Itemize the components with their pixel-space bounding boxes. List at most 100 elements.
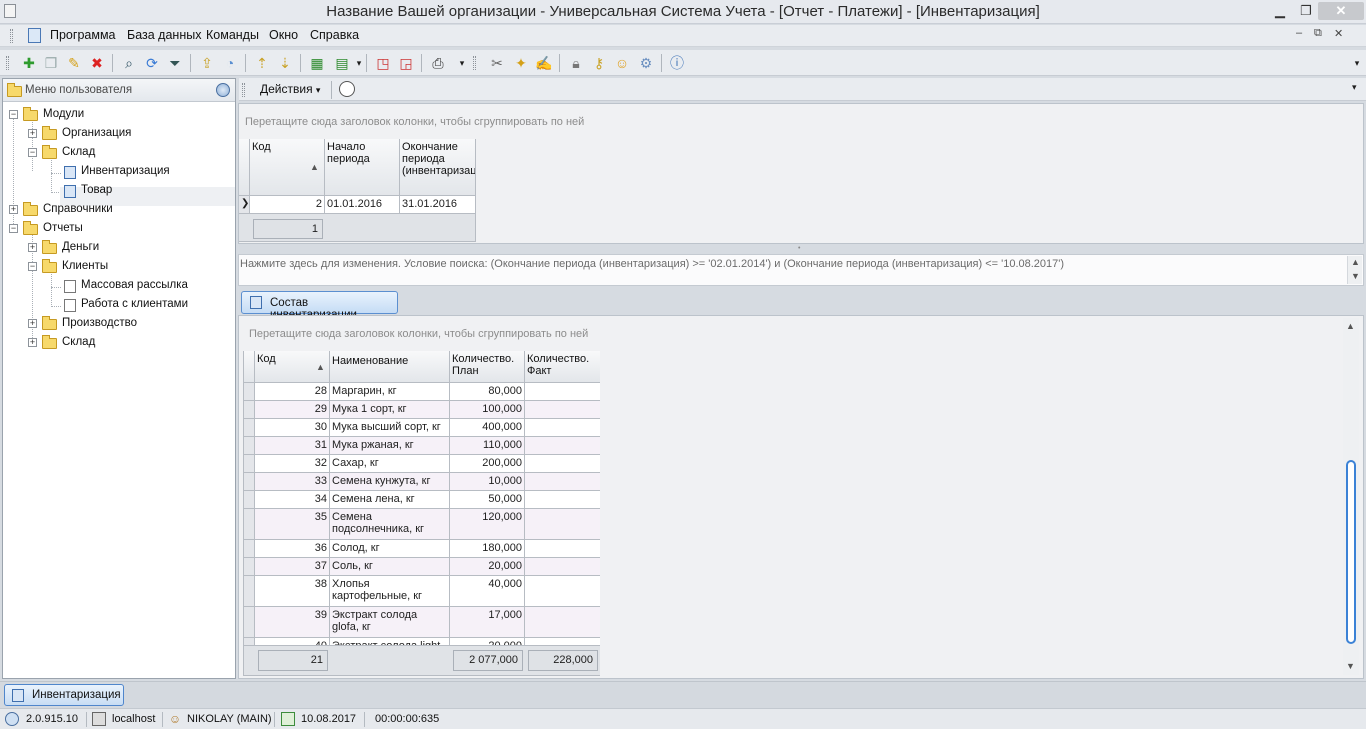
column-header-name[interactable]: Наименование <box>330 351 450 383</box>
tree-item-organization[interactable]: Организация <box>62 127 131 139</box>
column-header-end[interactable]: Окончание периода (инвентаризация) <box>400 139 476 196</box>
comment-icon[interactable]: ◔ <box>221 54 239 72</box>
tree-item-inventory[interactable]: Инвентаризация <box>81 165 170 177</box>
actions-overflow-icon[interactable]: ▾ <box>1352 82 1357 93</box>
cell-name[interactable]: Соль, кг <box>330 558 450 576</box>
cell-plan[interactable]: 40,000 <box>450 576 525 607</box>
cell-code[interactable]: 30 <box>255 419 330 437</box>
expand-icon[interactable]: + <box>9 205 18 214</box>
clock-icon[interactable] <box>339 81 355 97</box>
edit-icon[interactable]: ✎ <box>65 54 83 72</box>
tree-item-warehouse[interactable]: Склад <box>62 146 95 158</box>
row-indicator[interactable] <box>244 509 255 540</box>
close-button[interactable]: ✕ <box>1318 2 1364 20</box>
tree-item-warehouse-report[interactable]: Склад <box>62 336 95 348</box>
cell-name[interactable]: Семена подсолнечника, кг <box>330 509 450 540</box>
detail-scrollbar[interactable]: ▲ ▼ <box>1343 318 1359 675</box>
cell-name[interactable]: Экстракт солода glofa, кг <box>330 607 450 638</box>
row-indicator[interactable] <box>244 401 255 419</box>
minimize-button[interactable]: ▁ <box>1270 2 1290 20</box>
print-dropdown-icon[interactable]: ▾ <box>453 54 471 72</box>
toolbar-grip-2[interactable] <box>473 56 476 70</box>
tree-item-mass-mailing[interactable]: Массовая рассылка <box>81 279 188 291</box>
menu-help[interactable]: Справка <box>310 28 359 42</box>
cell-code[interactable]: 34 <box>255 491 330 509</box>
cell-name[interactable]: Маргарин, кг <box>330 383 450 401</box>
cell-code[interactable]: 33 <box>255 473 330 491</box>
cell-plan[interactable]: 20,000 <box>450 558 525 576</box>
cell-fact[interactable] <box>525 455 600 473</box>
tree-item-modules[interactable]: Модули <box>43 108 84 120</box>
cell-name[interactable]: Мука 1 сорт, кг <box>330 401 450 419</box>
row-indicator[interactable] <box>244 558 255 576</box>
column-header-fact[interactable]: Количество. Факт <box>525 351 600 383</box>
filter-bar[interactable]: Нажмите здесь для изменения. Условие пои… <box>238 254 1364 286</box>
filter-icon[interactable]: ⏷ <box>166 54 184 72</box>
tree-up-icon[interactable]: ⇡ <box>253 54 271 72</box>
cell-code[interactable]: 28 <box>255 383 330 401</box>
cell-plan[interactable]: 20,000 <box>450 638 525 645</box>
cell-code[interactable]: 40 <box>255 638 330 645</box>
collapse-icon[interactable]: − <box>28 148 37 157</box>
key-icon[interactable]: ⚷ <box>590 54 608 72</box>
row-indicator[interactable] <box>244 419 255 437</box>
cell-name[interactable]: Мука ржаная, кг <box>330 437 450 455</box>
cell-code[interactable]: 35 <box>255 509 330 540</box>
collapse-icon[interactable]: − <box>28 262 37 271</box>
add-icon[interactable]: ✚ <box>20 54 38 72</box>
cell-plan[interactable]: 50,000 <box>450 491 525 509</box>
cell-code[interactable]: 2 <box>250 196 325 214</box>
cell-fact[interactable] <box>525 437 600 455</box>
tree-item-reports[interactable]: Отчеты <box>43 222 83 234</box>
row-indicator[interactable] <box>244 455 255 473</box>
filter-text[interactable]: Нажмите здесь для изменения. Условие пои… <box>240 258 1064 270</box>
plugin-icon[interactable]: ⚙ <box>637 54 655 72</box>
lock-icon[interactable]: 🔒︎ <box>567 54 585 72</box>
cell-plan[interactable]: 80,000 <box>450 383 525 401</box>
cell-fact[interactable] <box>525 638 600 645</box>
cell-plan[interactable]: 120,000 <box>450 509 525 540</box>
mdi-restore-button[interactable]: ⧉ <box>1314 27 1322 40</box>
collapse-icon[interactable]: − <box>9 224 18 233</box>
cell-name[interactable]: Мука высший сорт, кг <box>330 419 450 437</box>
cell-plan[interactable]: 200,000 <box>450 455 525 473</box>
cell-start[interactable]: 01.01.2016 <box>325 196 400 214</box>
tree-item-clients[interactable]: Клиенты <box>62 260 108 272</box>
cell-code[interactable]: 31 <box>255 437 330 455</box>
scroll-down-icon[interactable]: ▼ <box>1351 271 1360 281</box>
cell-plan[interactable]: 10,000 <box>450 473 525 491</box>
cell-fact[interactable] <box>525 473 600 491</box>
tree-down-icon[interactable]: ⇣ <box>276 54 294 72</box>
row-indicator[interactable] <box>244 473 255 491</box>
cell-code[interactable]: 37 <box>255 558 330 576</box>
menu-grip[interactable] <box>10 29 13 43</box>
cell-name[interactable]: Экстракт солода light <box>330 638 450 645</box>
cell-end[interactable]: 31.01.2016 <box>400 196 476 214</box>
toolbar-grip[interactable] <box>6 56 9 70</box>
search-icon[interactable]: ⌕ <box>120 54 138 72</box>
users-icon[interactable]: ☺ <box>613 54 631 72</box>
menu-program[interactable]: Программа <box>50 28 116 42</box>
cell-name[interactable]: Семена кунжута, кг <box>330 473 450 491</box>
mdi-minimize-button[interactable]: – <box>1296 27 1302 39</box>
filter-scrollbar[interactable]: ▲ ▼ <box>1347 256 1362 284</box>
tree-item-money[interactable]: Деньги <box>62 241 99 253</box>
cell-code[interactable]: 29 <box>255 401 330 419</box>
tools-icon[interactable]: ✂ <box>488 54 506 72</box>
cell-plan[interactable]: 400,000 <box>450 419 525 437</box>
cell-name[interactable]: Хлопья картофельные, кг <box>330 576 450 607</box>
cell-fact[interactable] <box>525 540 600 558</box>
cell-plan[interactable]: 180,000 <box>450 540 525 558</box>
expand-icon[interactable]: + <box>28 243 37 252</box>
cell-fact[interactable] <box>525 383 600 401</box>
scroll-up-icon[interactable]: ▲ <box>1346 321 1355 331</box>
cell-code[interactable]: 39 <box>255 607 330 638</box>
column-header-start[interactable]: Начало периода <box>325 139 400 196</box>
cell-code[interactable]: 36 <box>255 540 330 558</box>
tree-item-client-work[interactable]: Работа с клиентами <box>81 298 188 310</box>
cell-name[interactable]: Семена лена, кг <box>330 491 450 509</box>
cell-fact[interactable] <box>525 401 600 419</box>
menu-window[interactable]: Окно <box>269 28 298 42</box>
column-header-plan[interactable]: Количество. План <box>450 351 525 383</box>
print-icon[interactable]: ⎙ <box>429 54 447 72</box>
